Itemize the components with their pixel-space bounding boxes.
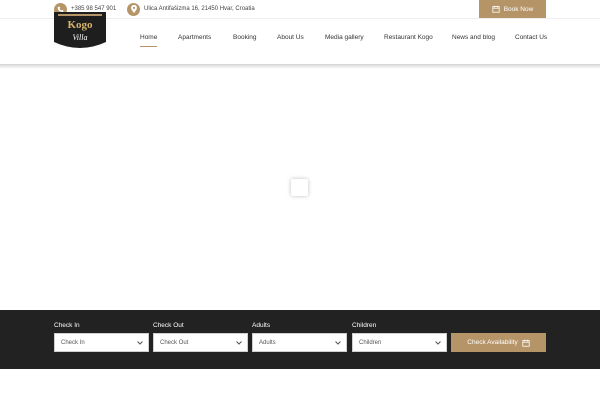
check-availability-label: Check Availability (467, 339, 518, 346)
check-out-value: Check Out (160, 339, 189, 346)
nav-about-us[interactable]: About Us (277, 34, 304, 41)
adults-value: Adults (259, 339, 276, 346)
nav-home[interactable]: Home (140, 34, 157, 41)
nav-active-underline (140, 46, 157, 47)
chevron-down-icon (435, 341, 441, 345)
booking-bar: Check In Check In Check Out Check Out Ad… (0, 310, 600, 369)
book-now-button[interactable]: Book Now (479, 0, 546, 18)
chevron-down-icon (335, 341, 341, 345)
loading-spinner (291, 179, 308, 196)
check-out-label: Check Out (153, 322, 184, 329)
page: +385 98 547 901 Ulica Antifašizma 16, 21… (0, 0, 600, 400)
adults-label: Adults (252, 322, 271, 329)
adults-select[interactable]: Adults (252, 333, 347, 352)
nav-media-gallery[interactable]: Media gallery (325, 34, 364, 41)
check-in-label: Check In (54, 322, 80, 329)
children-label: Children (352, 322, 377, 329)
check-in-select[interactable]: Check In (54, 333, 149, 352)
hero-slider (0, 69, 600, 310)
calendar-icon (492, 5, 500, 13)
nav-restaurant-kogo[interactable]: Restaurant Kogo (384, 34, 433, 41)
main-nav: Home Apartments Booking About Us Media g… (0, 18, 600, 65)
children-select[interactable]: Children (352, 333, 447, 352)
check-in-value: Check In (61, 339, 85, 346)
location-pin-icon (127, 2, 140, 16)
book-now-label: Book Now (503, 5, 534, 13)
nav-booking[interactable]: Booking (233, 34, 257, 41)
page-bottom (0, 369, 600, 400)
address-text: Ulica Antifašizma 16, 21450 Hvar, Croati… (144, 6, 255, 12)
calendar-icon (522, 339, 530, 347)
check-out-select[interactable]: Check Out (153, 333, 248, 352)
nav-contact-us[interactable]: Contact Us (515, 34, 547, 41)
nav-apartments[interactable]: Apartments (178, 34, 211, 41)
check-availability-button[interactable]: Check Availability (451, 333, 546, 352)
children-value: Children (359, 339, 382, 346)
chevron-down-icon (137, 341, 143, 345)
chevron-down-icon (236, 341, 242, 345)
nav-news-and-blog[interactable]: News and blog (452, 34, 495, 41)
address-contact[interactable]: Ulica Antifašizma 16, 21450 Hvar, Croati… (127, 2, 255, 16)
